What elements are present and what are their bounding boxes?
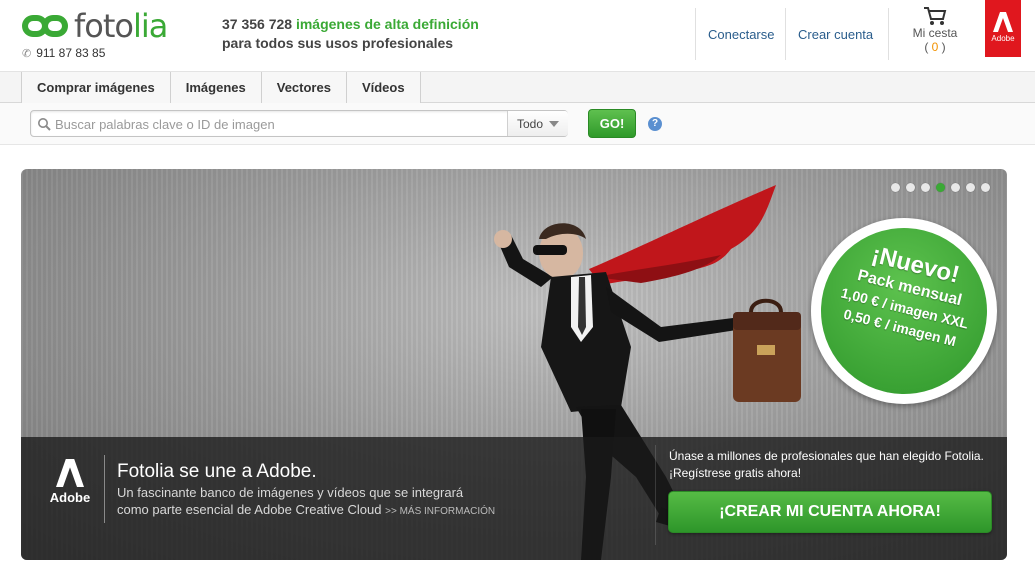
more-info-link[interactable]: >> MÁS INFORMACIÓN [385,506,495,517]
fotolia-logo-icon [22,12,70,40]
fotolia-logo[interactable]: fotolia [22,7,168,45]
carousel-dot-4[interactable] [936,183,945,192]
carousel-dot-6[interactable] [966,183,975,192]
cart-count: ( 0 ) [902,40,968,54]
tagline-line1: 37 356 728 imágenes de alta definición [222,15,479,34]
cart-count-close: ) [938,40,946,54]
search-box: Todo [30,110,568,137]
hero-title: Fotolia se une a Adobe. [117,461,317,482]
divider [104,455,105,523]
hero-banner[interactable]: ¡Nuevo! Pack mensual 1,00 € / imagen XXL… [21,169,1007,560]
divider [695,8,696,60]
tab-imagenes[interactable]: Imágenes [170,72,262,103]
tab-videos[interactable]: Vídeos [346,72,421,103]
search-scope-value: Todo [517,116,544,131]
phone-number: ✆ 911 87 83 85 [22,46,105,60]
signup-link[interactable]: Crear cuenta [798,27,873,42]
tagline-highlight: imágenes de alta definición [295,16,479,32]
cart-icon [902,6,968,26]
new-pack-badge[interactable]: ¡Nuevo! Pack mensual 1,00 € / imagen XXL… [803,210,1005,412]
tab-comprar-imagenes[interactable]: Comprar imágenes [22,72,171,103]
carousel-dot-2[interactable] [906,183,915,192]
tagline-line2: para todos sus usos profesionales [222,35,454,51]
search-scope-select[interactable]: Todo [507,111,568,136]
hero-subtitle-line2-text: como parte esencial de Adobe Creative Cl… [117,502,382,517]
adobe-logo-label: Adobe [49,490,91,505]
hero-subtitle-line1: Un fascinante banco de imágenes y vídeos… [117,485,464,500]
search-bar: Todo GO! ? [0,103,1035,145]
search-input[interactable] [55,114,505,134]
cart-label: Mi cesta [912,26,958,40]
search-go-button[interactable]: GO! [588,109,636,138]
help-icon[interactable]: ? [648,117,662,131]
carousel-dots [891,183,990,192]
hero-subtitle: Un fascinante banco de imágenes y vídeos… [117,484,537,520]
divider [888,8,889,60]
hero-subtitle-line2: como parte esencial de Adobe Creative Cl… [117,501,537,520]
tagline-count: 37 356 728 [222,16,293,32]
phone-text: 911 87 83 85 [36,46,106,60]
hero-info-bar: Adobe Fotolia se une a Adobe. Un fascina… [21,437,1007,560]
search-icon [37,117,51,131]
cart-button[interactable]: Mi cesta ( 0 ) [902,6,968,54]
divider [655,445,656,545]
category-tabs-bar: Comprar imágenes Imágenes Vectores Vídeo… [0,72,1035,103]
divider [785,8,786,60]
carousel-dot-1[interactable] [891,183,900,192]
adobe-logo: Adobe [49,459,91,505]
adobe-badge-label: Adobe [991,34,1015,43]
tab-vectores[interactable]: Vectores [261,72,347,103]
category-tabs: Comprar imágenes Imágenes Vectores Vídeo… [21,72,421,103]
cart-count-open: ( [924,40,932,54]
logo-text-foto: foto [74,7,134,45]
adobe-badge[interactable]: Adobe [985,0,1021,57]
tagline: 37 356 728 imágenes de alta definición p… [222,15,479,53]
adobe-logo-icon [49,459,91,487]
chevron-down-icon [549,120,560,127]
logo-text-lia: lia [132,7,168,45]
carousel-dot-3[interactable] [921,183,930,192]
phone-icon: ✆ [22,47,32,60]
adobe-a-icon [985,12,1021,32]
site-header: fotolia ✆ 911 87 83 85 37 356 728 imágen… [0,0,1035,72]
carousel-dot-5[interactable] [951,183,960,192]
logo-text: fotolia [74,7,168,45]
login-link[interactable]: Conectarse [708,27,774,42]
create-account-button[interactable]: ¡CREAR MI CUENTA AHORA! [668,491,992,533]
join-text: Únase a millones de profesionales que ha… [669,449,984,480]
carousel-dot-7[interactable] [981,183,990,192]
